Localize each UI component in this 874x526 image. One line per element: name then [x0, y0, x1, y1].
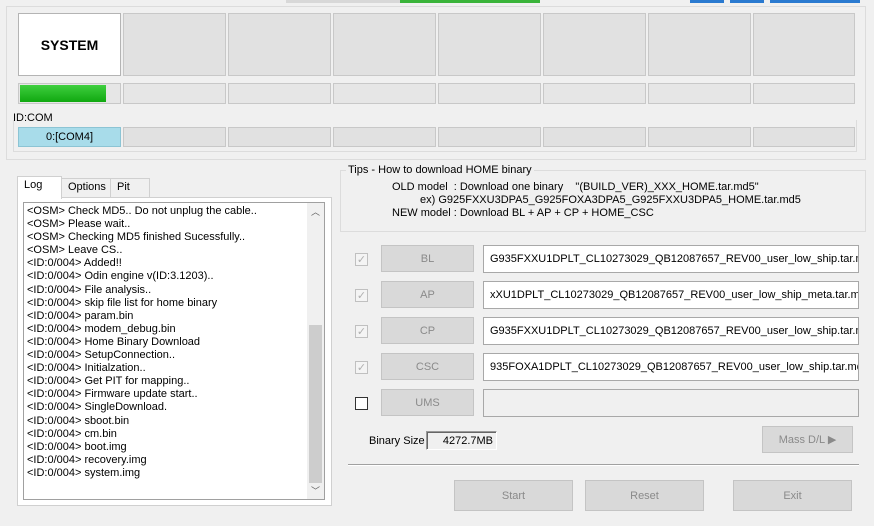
progress-bar-4 [333, 83, 436, 104]
com-port-5 [438, 127, 541, 147]
title-strip [0, 0, 874, 3]
ap-button[interactable]: AP [381, 281, 474, 308]
strip-segment [286, 0, 406, 3]
scroll-down-icon[interactable]: ﹀ [307, 482, 324, 499]
reset-button[interactable]: Reset [585, 480, 704, 511]
start-button[interactable]: Start [454, 480, 573, 511]
scroll-thumb[interactable] [309, 325, 322, 483]
tab-options[interactable]: Options [61, 178, 111, 198]
log-line: <ID:0/004> param.bin [27, 309, 134, 322]
progress-bar-5 [438, 83, 541, 104]
device-slot-3 [228, 13, 331, 76]
strip-button-blue [690, 0, 724, 3]
log-line: <ID:0/004> boot.img [27, 440, 127, 453]
ap-checkbox[interactable]: ✓ [355, 289, 368, 302]
device-slot-8 [753, 13, 855, 76]
bl-checkbox[interactable]: ✓ [355, 253, 368, 266]
binary-size-label: Binary Size [369, 435, 425, 447]
device-slot-1: SYSTEM [18, 13, 121, 76]
csc-button[interactable]: CSC [381, 353, 474, 380]
tab-pit[interactable]: Pit [110, 178, 150, 198]
log-line: <ID:0/004> Home Binary Download [27, 335, 201, 348]
csc-checkbox[interactable]: ✓ [355, 361, 368, 374]
bl-file-path[interactable]: G935FXXU1DPLT_CL10273029_QB12087657_REV0… [483, 245, 859, 273]
log-line: <ID:0/004> Get PIT for mapping.. [27, 375, 190, 388]
cp-button[interactable]: CP [381, 317, 474, 344]
log-textbox[interactable]: <OSM> Check MD5.. Do not unplug the cabl… [23, 202, 325, 500]
log-lines: <OSM> Check MD5.. Do not unplug the cabl… [27, 205, 307, 480]
strip-segment-green [400, 0, 540, 3]
progress-bar-6 [543, 83, 646, 104]
divider [348, 464, 859, 466]
device-slot-5 [438, 13, 541, 76]
tips-title: Tips - How to download HOME binary [346, 164, 534, 176]
log-line: <ID:0/004> cm.bin [27, 427, 117, 440]
com-port-1: 0:[COM4] [18, 127, 121, 147]
ums-file-path[interactable] [483, 389, 859, 417]
device-slot-7 [648, 13, 751, 76]
idcom-label: ID:COM [13, 112, 53, 124]
com-port-6 [543, 127, 646, 147]
log-line: <ID:0/004> File analysis.. [27, 283, 152, 296]
cp-file-path[interactable]: G935FXXU1DPLT_CL10273029_QB12087657_REV0… [483, 317, 859, 345]
cp-checkbox[interactable]: ✓ [355, 325, 368, 338]
mass-download-button[interactable]: Mass D/L ▶ [762, 426, 853, 453]
tip-example: ex) G925FXXU3DPA5_G925FOXA3DPA5_G925FXXU… [420, 194, 801, 206]
log-line: <ID:0/004> SetupConnection.. [27, 349, 175, 362]
com-port-2 [123, 127, 226, 147]
bl-button[interactable]: BL [381, 245, 474, 272]
strip-button-blue [730, 0, 764, 3]
com-port-8 [753, 127, 855, 147]
com-port-3 [228, 127, 331, 147]
log-line: <OSM> Check MD5.. Do not unplug the cabl… [27, 205, 257, 217]
progress-bar-1 [18, 83, 121, 104]
com-port-7 [648, 127, 751, 147]
ums-checkbox[interactable] [355, 397, 368, 410]
log-line: <ID:0/004> recovery.img [27, 453, 147, 466]
ap-file-path[interactable]: xXU1DPLT_CL10273029_QB12087657_REV00_use… [483, 281, 859, 309]
device-slot-6 [543, 13, 646, 76]
progress-fill [20, 85, 106, 102]
progress-bar-2 [123, 83, 226, 104]
binary-size-value: 4272.7MB [426, 431, 497, 450]
device-slot-4 [333, 13, 436, 76]
csc-file-path[interactable]: 935FOXA1DPLT_CL10273029_QB12087657_REV00… [483, 353, 859, 381]
log-line: <ID:0/004> SingleDownload. [27, 401, 168, 414]
progress-bar-3 [228, 83, 331, 104]
log-line: <ID:0/004> sboot.bin [27, 414, 130, 427]
scroll-up-icon[interactable]: ︿ [307, 203, 324, 220]
log-line: <ID:0/004> Odin engine v(ID:3.1203).. [27, 270, 214, 283]
log-line: <OSM> Checking MD5 finished Sucessfully.… [27, 231, 246, 244]
exit-button[interactable]: Exit [733, 480, 852, 511]
tip-new-model: NEW model : Download BL + AP + CP + HOME… [392, 207, 654, 219]
log-line: <OSM> Leave CS.. [27, 244, 123, 257]
log-line: <ID:0/004> Firmware update start.. [27, 388, 198, 401]
com-port-4 [333, 127, 436, 147]
ums-button[interactable]: UMS [381, 389, 474, 416]
progress-bar-8 [753, 83, 855, 104]
log-line: <ID:0/004> Initialzation.. [27, 362, 146, 375]
log-line: <ID:0/004> system.img [27, 466, 141, 479]
log-line: <ID:0/004> skip file list for home binar… [27, 296, 218, 309]
tab-log[interactable]: Log [17, 176, 62, 199]
log-line: <ID:0/004> Added!! [27, 257, 122, 270]
log-line: <ID:0/004> modem_debug.bin [27, 322, 176, 335]
strip-button-blue [770, 0, 860, 3]
log-scrollbar[interactable]: ︿ ﹀ [307, 203, 324, 499]
progress-bar-7 [648, 83, 751, 104]
tip-old-model: OLD model : Download one binary "(BUILD_… [392, 181, 759, 193]
device-slot-2 [123, 13, 226, 76]
log-line: <OSM> Please wait.. [27, 218, 131, 231]
